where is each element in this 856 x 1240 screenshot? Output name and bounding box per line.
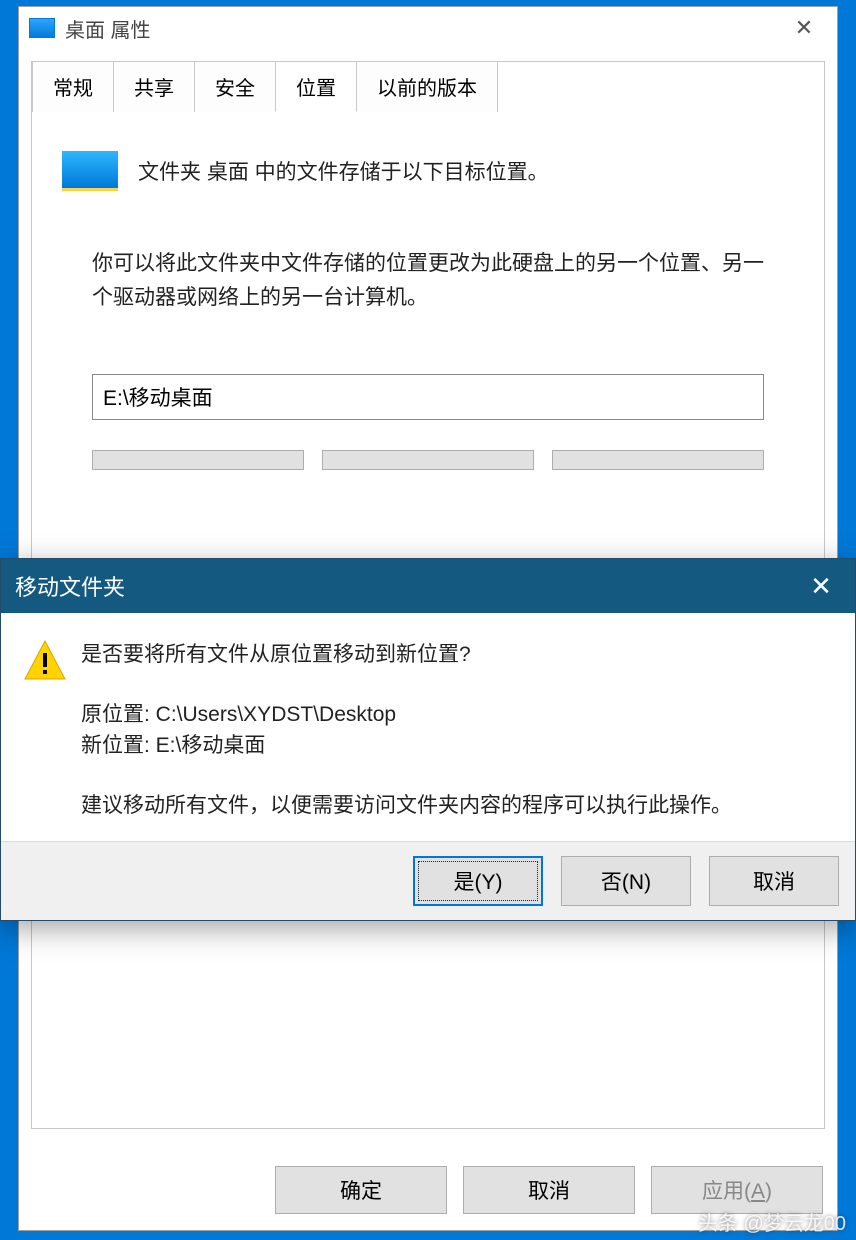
dialog-cancel-button[interactable]: 取消: [709, 856, 839, 906]
tab-general[interactable]: 常规: [32, 61, 114, 112]
move-button[interactable]: [322, 450, 534, 470]
yes-button[interactable]: 是(Y): [413, 856, 543, 906]
cancel-button[interactable]: 取消: [463, 1166, 635, 1214]
close-icon[interactable]: ✕: [781, 8, 827, 48]
dialog-question: 是否要将所有文件从原位置移动到新位置?: [81, 639, 732, 671]
dialog-text: 是否要将所有文件从原位置移动到新位置? 原位置: C:\Users\XYDST\…: [81, 639, 732, 821]
dialog-advice: 建议移动所有文件，以便需要访问文件夹内容的程序可以执行此操作。: [81, 790, 732, 822]
desktop-app-icon: [29, 18, 55, 38]
dialog-titlebar[interactable]: 移动文件夹 ✕: [1, 559, 855, 613]
tab-content-location: 文件夹 桌面 中的文件存储于以下目标位置。 你可以将此文件夹中文件存储的位置更改…: [32, 113, 824, 508]
dialog-footer: 是(Y) 否(N) 取消: [1, 841, 855, 920]
move-folder-dialog: 移动文件夹 ✕ 是否要将所有文件从原位置移动到新位置? 原位置: C:\User…: [0, 558, 856, 921]
tab-sharing[interactable]: 共享: [113, 61, 195, 112]
find-target-button[interactable]: [552, 450, 764, 470]
location-description-2: 你可以将此文件夹中文件存储的位置更改为此硬盘上的另一个位置、另一个驱动器或网络上…: [92, 247, 764, 314]
watermark-text: 头条 @梦云龙00: [698, 1207, 846, 1236]
dialog-close-icon[interactable]: ✕: [797, 562, 845, 610]
location-action-row: [92, 450, 764, 470]
restore-default-button[interactable]: [92, 450, 304, 470]
tab-location[interactable]: 位置: [275, 61, 357, 112]
location-path-input[interactable]: [92, 374, 764, 420]
properties-titlebar[interactable]: 桌面 属性 ✕: [19, 7, 837, 49]
window-title: 桌面 属性: [65, 14, 151, 43]
new-location-line: 新位置: E:\移动桌面: [81, 730, 732, 762]
old-location-line: 原位置: C:\Users\XYDST\Desktop: [81, 699, 732, 731]
tab-strip: 常规 共享 安全 位置 以前的版本: [32, 61, 824, 112]
location-description-1: 文件夹 桌面 中的文件存储于以下目标位置。: [138, 156, 549, 186]
dialog-body: 是否要将所有文件从原位置移动到新位置? 原位置: C:\Users\XYDST\…: [1, 613, 855, 841]
no-button[interactable]: 否(N): [561, 856, 691, 906]
tab-previous-versions[interactable]: 以前的版本: [356, 61, 498, 112]
dialog-title: 移动文件夹: [15, 570, 125, 602]
desktop-folder-icon: [62, 151, 118, 191]
warning-icon: [23, 639, 67, 821]
ok-button[interactable]: 确定: [275, 1166, 447, 1214]
tab-security[interactable]: 安全: [194, 61, 276, 112]
